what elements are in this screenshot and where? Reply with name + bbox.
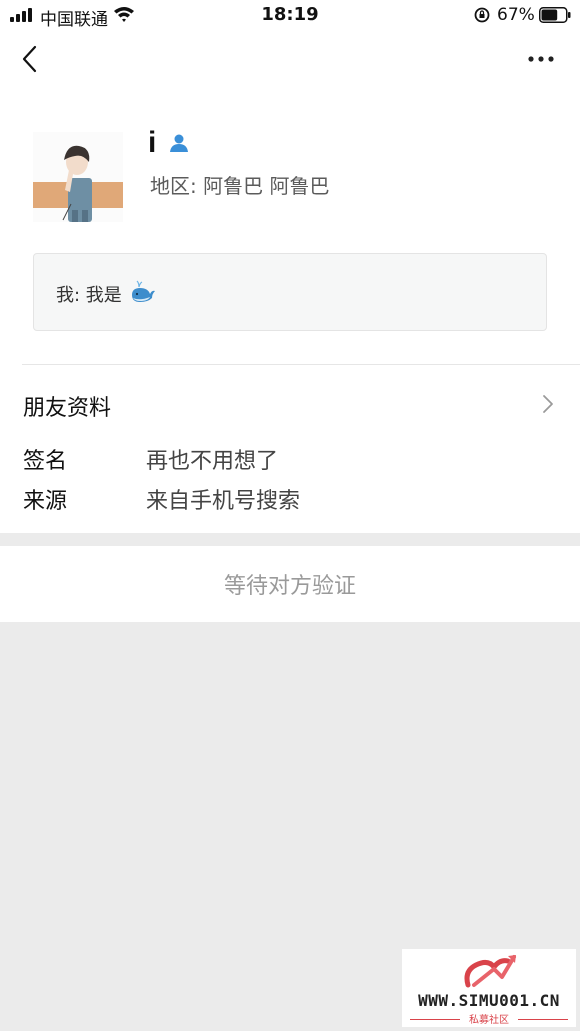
signature-value: 再也不用想了 [146, 449, 279, 474]
chevron-right-icon[interactable] [541, 393, 555, 415]
battery-icon [539, 7, 571, 23]
orientation-lock-icon [474, 7, 490, 23]
status-bar: 中国联通 18:19 67% [0, 0, 580, 32]
waiting-verification-button[interactable]: 等待对方验证 [0, 568, 580, 600]
watermark-logo-icon [464, 955, 516, 988]
verification-message: 我: 我是 [56, 285, 122, 306]
status-time: 18:19 [261, 4, 319, 25]
contact-name: i [148, 126, 157, 159]
source-value: 来自手机号搜索 [146, 489, 301, 514]
more-button[interactable] [522, 46, 560, 72]
whale-icon [132, 280, 155, 302]
region-text: 地区: 阿鲁巴 阿鲁巴 [150, 174, 330, 198]
action-area: 等待对方验证 [0, 546, 580, 622]
source-label: 来源 [23, 489, 68, 514]
signature-label: 签名 [23, 449, 68, 474]
friend-info-link[interactable]: 朋友资料 [23, 390, 111, 422]
avatar[interactable] [33, 132, 123, 222]
back-button[interactable] [16, 42, 46, 76]
contact-person-icon [170, 134, 188, 152]
watermark-text: WWW.SIMU001.CN [418, 991, 560, 1010]
verification-message-box: 我: 我是 [33, 253, 547, 331]
battery-percent: 67% [497, 5, 535, 25]
watermark: WWW.SIMU001.CN 私募社区 [402, 949, 576, 1027]
watermark-line-right [518, 1019, 568, 1020]
section-divider [22, 364, 580, 365]
